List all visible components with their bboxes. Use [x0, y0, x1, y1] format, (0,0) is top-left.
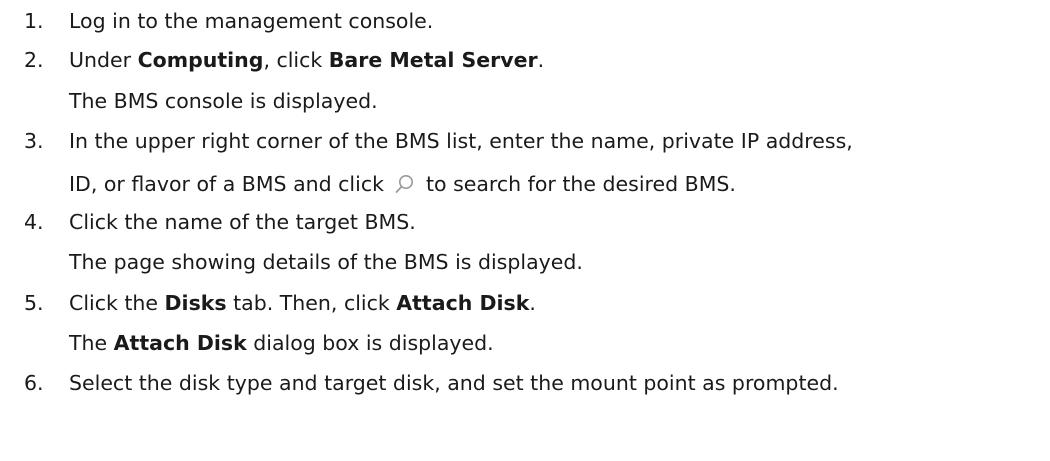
- step-text: Select the disk type and target disk, an…: [69, 371, 839, 395]
- ui-term-attach-disk: Attach Disk: [396, 291, 530, 315]
- step-result: The Attach Disk dialog box is displayed.: [69, 331, 494, 355]
- step-number: 4.: [24, 210, 44, 234]
- ui-term-computing: Computing: [137, 48, 264, 72]
- step-text: Under Computing, click Bare Metal Server…: [69, 48, 545, 72]
- step-number: 2.: [24, 48, 44, 72]
- step-text: In the upper right corner of the BMS lis…: [69, 129, 853, 153]
- ui-term-disks: Disks: [164, 291, 227, 315]
- step-text-continued: ID, or flavor of a BMS and click to searc…: [69, 172, 736, 196]
- step-text: Click the name of the target BMS.: [69, 210, 416, 234]
- step-number: 3.: [24, 129, 44, 153]
- ui-term-bare-metal-server: Bare Metal Server: [328, 48, 538, 72]
- step-text: Log in to the management console.: [69, 9, 434, 33]
- step-number: 1.: [24, 9, 44, 33]
- step-result: The page showing details of the BMS is d…: [69, 250, 583, 274]
- step-text: Click the Disks tab. Then, click Attach …: [69, 291, 536, 315]
- step-result: The BMS console is displayed.: [69, 89, 378, 113]
- step-number: 5.: [24, 291, 44, 315]
- step-number: 6.: [24, 371, 44, 395]
- search-icon: [395, 175, 413, 193]
- ui-term-attach-disk: Attach Disk: [113, 331, 247, 355]
